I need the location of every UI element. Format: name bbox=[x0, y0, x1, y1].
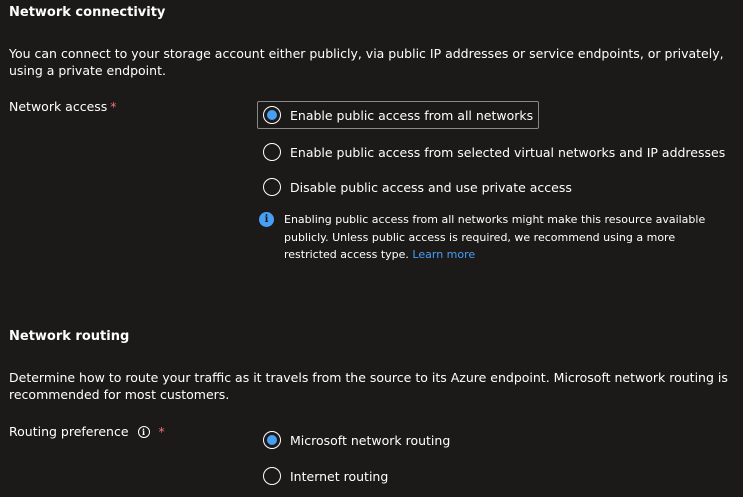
routing-preference-label: Routing preference i * bbox=[9, 424, 165, 439]
radio-dot bbox=[267, 110, 277, 120]
radio-button[interactable] bbox=[263, 467, 281, 485]
radio-enable-public-selected[interactable]: Enable public access from selected virtu… bbox=[263, 143, 725, 161]
radio-disable-public[interactable]: Disable public access and use private ac… bbox=[263, 178, 572, 196]
network-connectivity-description: You can connect to your storage account … bbox=[9, 46, 724, 78]
radio-label: Internet routing bbox=[290, 468, 389, 484]
radio-label: Disable public access and use private ac… bbox=[290, 179, 572, 195]
learn-more-link[interactable]: Learn more bbox=[412, 248, 475, 261]
radio-label: Enable public access from all networks bbox=[290, 107, 534, 123]
required-asterisk: * bbox=[158, 424, 165, 439]
radio-internet-routing[interactable]: Internet routing bbox=[263, 467, 388, 485]
radio-button-selected[interactable] bbox=[263, 106, 281, 124]
radio-button-selected[interactable] bbox=[263, 431, 281, 449]
radio-button[interactable] bbox=[263, 178, 281, 196]
network-access-label: Network access * bbox=[9, 99, 117, 114]
radio-label: Enable public access from selected virtu… bbox=[290, 144, 726, 160]
radio-microsoft-routing[interactable]: Microsoft network routing bbox=[263, 431, 450, 449]
radio-dot bbox=[267, 435, 277, 445]
radio-button[interactable] bbox=[263, 143, 281, 161]
public-access-info-message: Enabling public access from all networks… bbox=[284, 211, 724, 264]
network-access-label-text: Network access bbox=[9, 99, 108, 114]
network-connectivity-title: Network connectivity bbox=[9, 5, 166, 20]
info-icon: i bbox=[259, 212, 274, 227]
info-circle-icon[interactable]: i bbox=[137, 425, 150, 438]
radio-enable-public-all[interactable]: Enable public access from all networks bbox=[257, 101, 540, 129]
network-routing-title: Network routing bbox=[9, 329, 130, 344]
routing-preference-label-text: Routing preference bbox=[9, 424, 129, 439]
radio-label: Microsoft network routing bbox=[290, 432, 451, 448]
info-message-text: Enabling public access from all networks… bbox=[284, 213, 706, 261]
network-routing-description: Determine how to route your traffic as i… bbox=[9, 370, 728, 402]
required-asterisk: * bbox=[110, 99, 117, 114]
